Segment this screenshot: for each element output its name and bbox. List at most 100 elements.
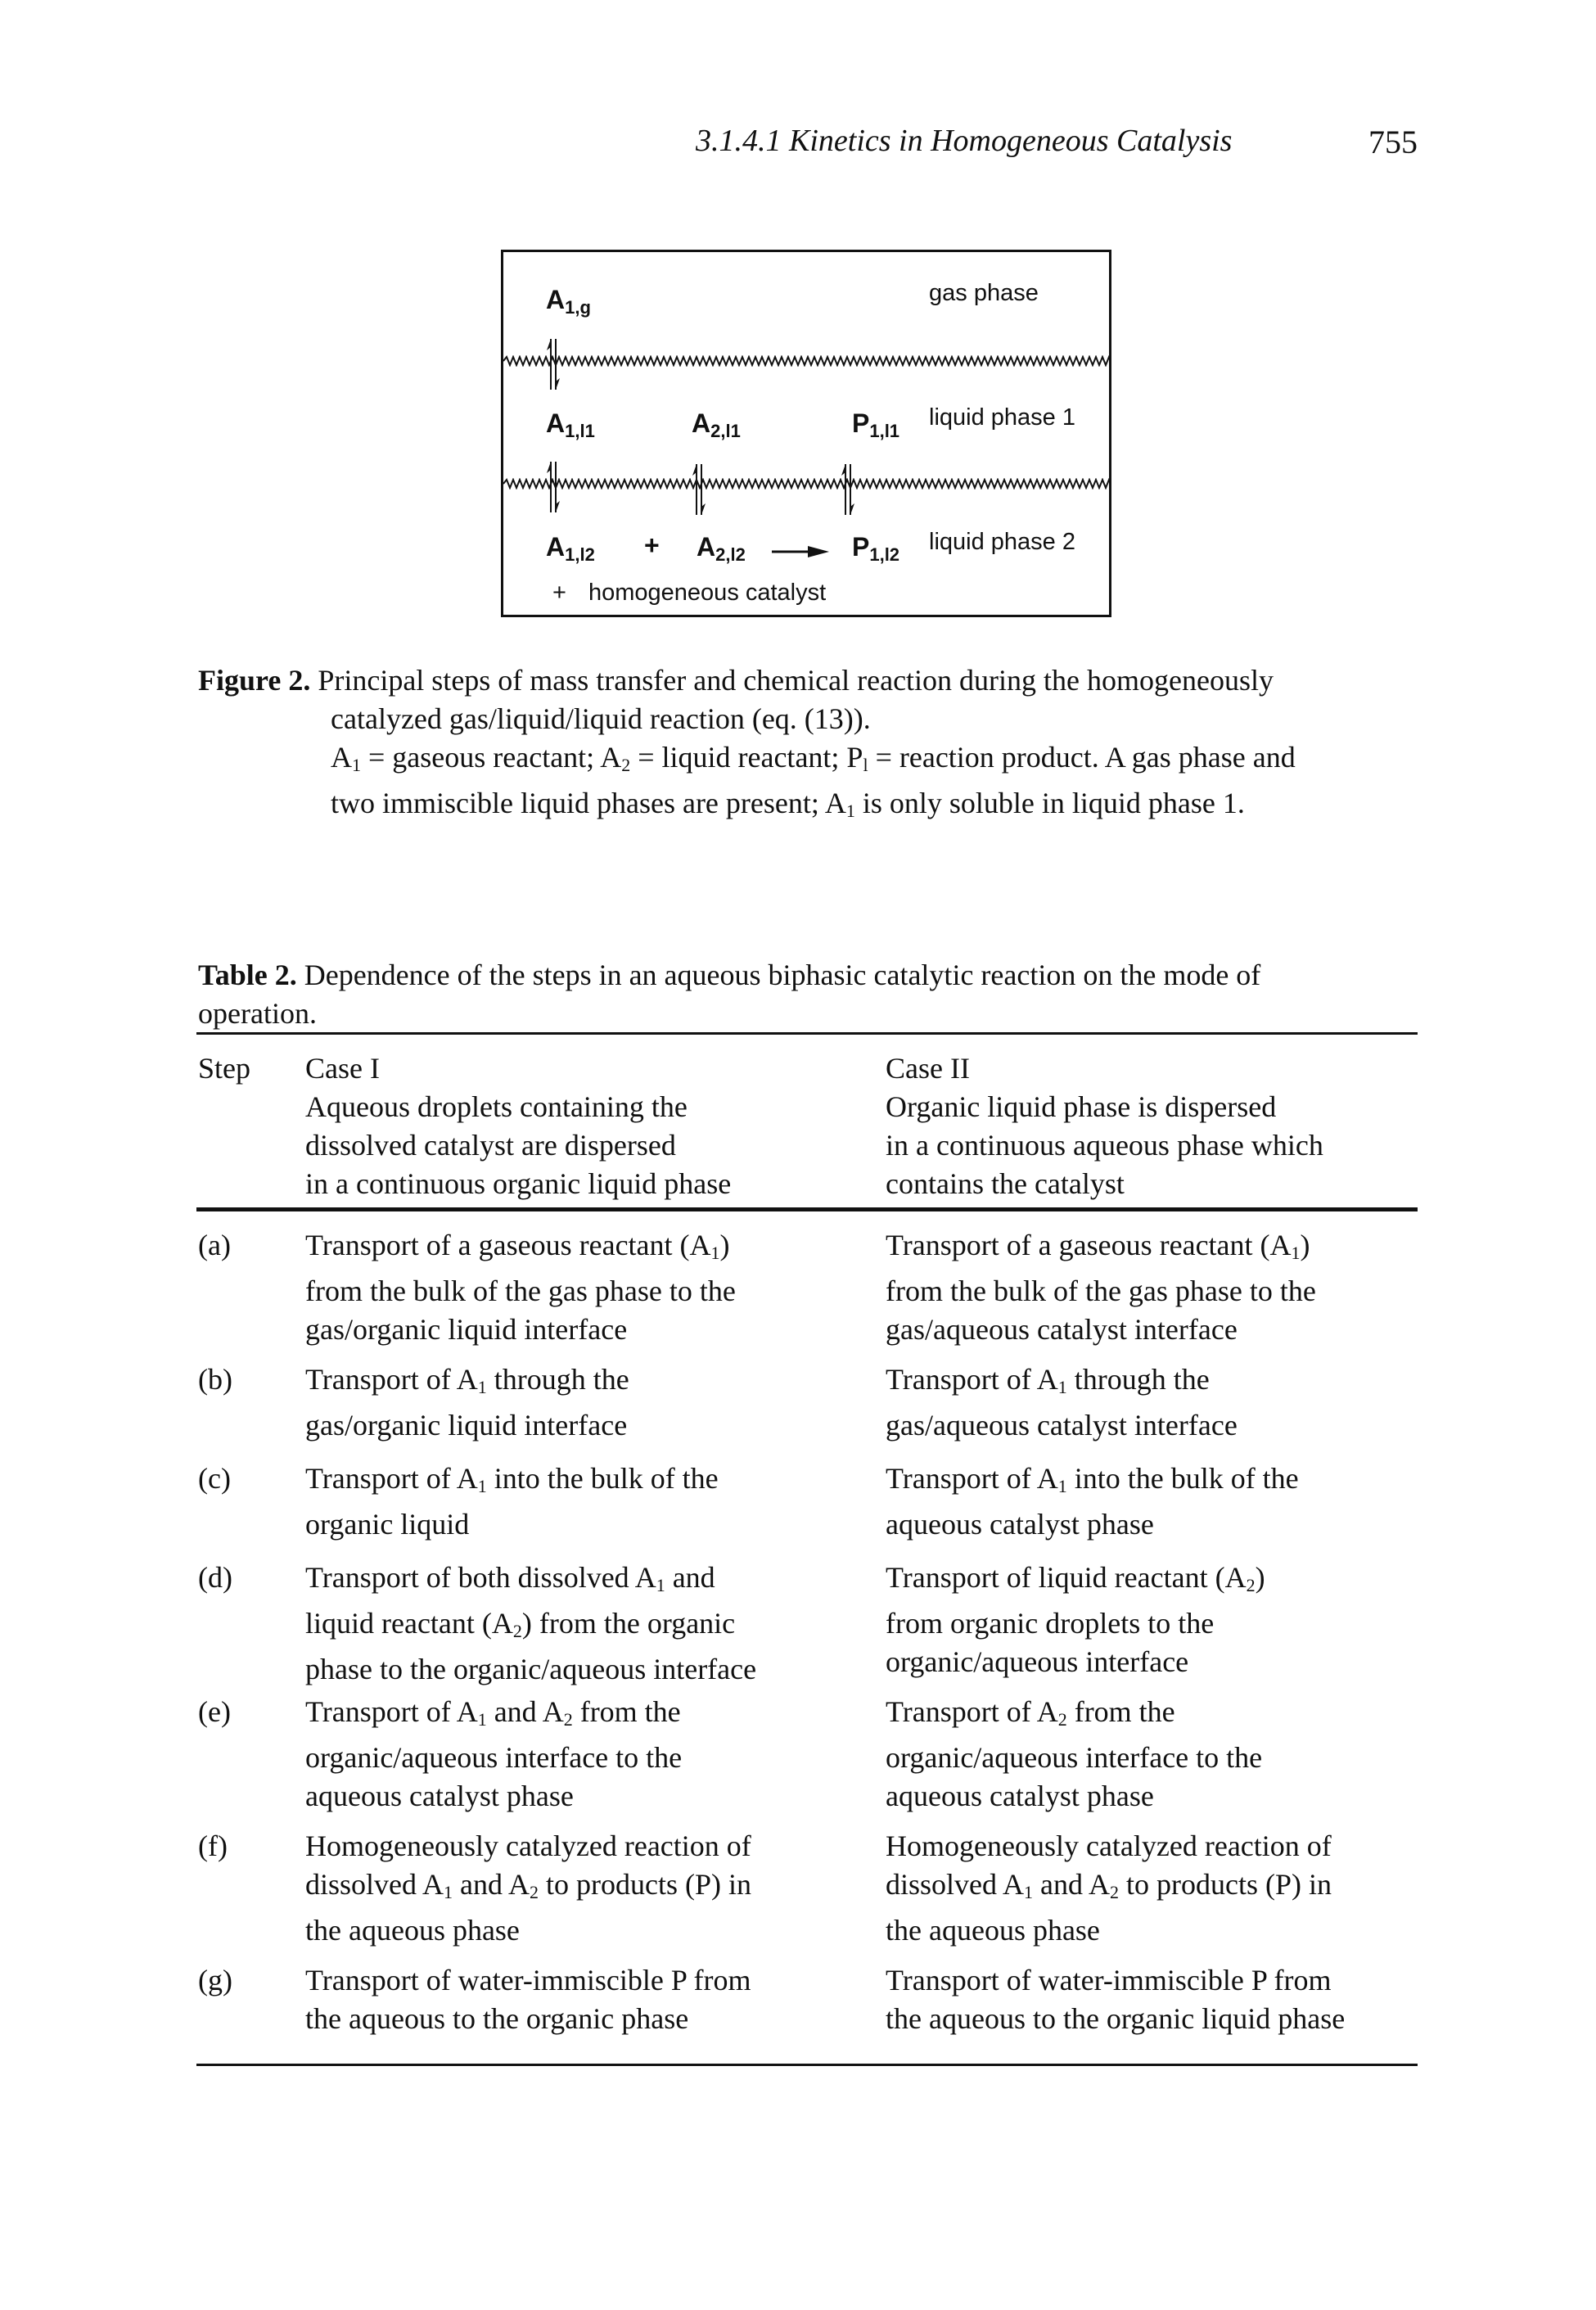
cell-line: Transport of A1 through the bbox=[886, 1363, 1210, 1397]
cell-line: the aqueous to the organic liquid phase bbox=[886, 2002, 1346, 2035]
caption-text: = reaction product. A gas phase and bbox=[868, 741, 1296, 774]
header-line: in a continuous organic liquid phase bbox=[305, 1167, 732, 1200]
equilibrium-arrows-icon bbox=[692, 464, 706, 515]
species-subscript: 1,l2 bbox=[565, 544, 595, 565]
table-row-step: (a) bbox=[198, 1229, 231, 1261]
subscript: 1 bbox=[1057, 1377, 1067, 1397]
cell-line: dissolved A1 and A2 to products (P) in bbox=[886, 1868, 1332, 1902]
table-header-rule bbox=[196, 1207, 1418, 1211]
caption-line-2: catalyzed gas/liquid/liquid reaction (eq… bbox=[331, 702, 871, 735]
symbol: P bbox=[846, 741, 863, 774]
cell-line: Transport of A2 from the bbox=[886, 1695, 1175, 1730]
table-row-step: (c) bbox=[198, 1462, 231, 1495]
species-subscript: 2,l1 bbox=[710, 421, 741, 441]
species-a1-l2: A1,l2 bbox=[546, 532, 595, 566]
symbol: A bbox=[331, 741, 352, 774]
caption-line-3: A1 = gaseous reactant; A2 = liquid react… bbox=[198, 738, 1426, 784]
table-cell-case-2: Transport of liquid reactant (A2) from or… bbox=[886, 1559, 1265, 1681]
subscript: 2 bbox=[512, 1621, 522, 1641]
species-base: A bbox=[692, 408, 711, 438]
figure-label: Figure 2. bbox=[198, 664, 311, 697]
page-number: 755 bbox=[1368, 124, 1418, 160]
subscript: 2 bbox=[1246, 1575, 1256, 1595]
cell-line: Transport of water-immiscible P from bbox=[305, 1964, 751, 1996]
catalyst-label: homogeneous catalyst bbox=[588, 580, 827, 606]
subscript: 2 bbox=[563, 1709, 573, 1730]
table-cell-case-1: Transport of A1 and A2 from the organic/a… bbox=[305, 1693, 682, 1816]
table-caption-line-1: Table 2. Dependence of the steps in an a… bbox=[198, 956, 1418, 995]
subscript: 2 bbox=[621, 755, 631, 775]
header-case-2: Case II Organic liquid phase is disperse… bbox=[886, 1049, 1323, 1203]
header-line: Case II bbox=[886, 1052, 970, 1085]
subscript: 1 bbox=[710, 1243, 720, 1263]
cell-line: aqueous catalyst phase bbox=[305, 1780, 574, 1812]
species-a2-l2: A2,l2 bbox=[697, 532, 746, 566]
table-cell-case-2: Transport of A2 from the organic/aqueous … bbox=[886, 1693, 1262, 1816]
label-liquid-phase-1: liquid phase 1 bbox=[929, 404, 1075, 431]
table-cell-case-1: Homogeneously catalyzed reaction of disso… bbox=[305, 1827, 751, 1950]
cell-line: liquid reactant (A2) from the organic bbox=[305, 1607, 736, 1641]
species-base: A bbox=[546, 532, 566, 562]
cell-line: phase to the organic/aqueous interface bbox=[305, 1653, 757, 1685]
header-line: Case I bbox=[305, 1052, 380, 1085]
gas-liquid-interface bbox=[503, 355, 1109, 367]
species-subscript: 1,g bbox=[565, 297, 591, 318]
cell-line: Homogeneously catalyzed reaction of bbox=[886, 1830, 1332, 1862]
species-a1-gas: A1,g bbox=[546, 285, 591, 318]
cell-line: Transport of both dissolved A1 and bbox=[305, 1561, 715, 1595]
table-cell-case-2: Transport of A1 into the bulk of the aque… bbox=[886, 1460, 1299, 1544]
caption-text: two immiscible liquid phases are present… bbox=[331, 787, 825, 819]
interface-wave-line bbox=[503, 478, 1109, 490]
cell-line: organic liquid bbox=[305, 1508, 470, 1541]
species-base: A bbox=[546, 408, 566, 438]
cell-line: Transport of A1 into the bulk of the bbox=[305, 1462, 719, 1496]
cell-line: Transport of A1 through the bbox=[305, 1363, 629, 1397]
running-head-section: 3.1.4.1 Kinetics in Homogeneous Catalysi… bbox=[696, 124, 1233, 158]
cell-line: gas/organic liquid interface bbox=[305, 1313, 628, 1346]
cell-line: from the bulk of the gas phase to the bbox=[886, 1275, 1316, 1307]
species-subscript: 2,l2 bbox=[715, 544, 746, 565]
subscript: 2 bbox=[1110, 1882, 1120, 1902]
cell-line: Transport of a gaseous reactant (A1) bbox=[886, 1229, 1310, 1263]
subscript: 1 bbox=[477, 1709, 487, 1730]
table-bottom-rule bbox=[196, 2064, 1418, 2066]
caption-line-1: Figure 2. Principal steps of mass transf… bbox=[198, 661, 1426, 700]
cell-line: gas/aqueous catalyst interface bbox=[886, 1409, 1238, 1441]
subscript: 1 bbox=[1291, 1243, 1301, 1263]
cell-line: organic/aqueous interface bbox=[886, 1645, 1189, 1678]
table-row-step: (d) bbox=[198, 1561, 232, 1594]
table-caption: Table 2. Dependence of the steps in an a… bbox=[198, 956, 1418, 1033]
cell-line: from organic droplets to the bbox=[886, 1607, 1215, 1640]
label-gas-phase: gas phase bbox=[929, 280, 1039, 306]
symbol: A bbox=[824, 787, 846, 819]
table-cell-case-1: Transport of both dissolved A1 and liquid… bbox=[305, 1559, 756, 1689]
table-top-rule bbox=[196, 1032, 1418, 1035]
equilibrium-arrows-icon bbox=[547, 462, 560, 512]
subscript: 1 bbox=[477, 1377, 487, 1397]
subscript: 1 bbox=[656, 1575, 665, 1595]
cell-line: the aqueous to the organic phase bbox=[305, 2002, 689, 2035]
species-base: P bbox=[852, 532, 870, 562]
subscript: 2 bbox=[530, 1882, 539, 1902]
subscript: 1 bbox=[477, 1476, 487, 1496]
subscript: 2 bbox=[1057, 1709, 1067, 1730]
cell-line: organic/aqueous interface to the bbox=[886, 1741, 1263, 1774]
reaction-arrow-icon bbox=[772, 546, 829, 557]
plus-sign: + bbox=[644, 530, 660, 560]
cell-line: gas/aqueous catalyst interface bbox=[886, 1313, 1238, 1346]
header-line: Organic liquid phase is dispersed bbox=[886, 1090, 1277, 1123]
liquid-liquid-interface bbox=[503, 478, 1109, 490]
interface-wave-line bbox=[503, 355, 1109, 367]
caption-line-4: two immiscible liquid phases are present… bbox=[198, 784, 1426, 830]
table-cell-case-2: Transport of A1 through the gas/aqueous c… bbox=[886, 1360, 1238, 1445]
cell-line: gas/organic liquid interface bbox=[305, 1409, 628, 1441]
cell-line: aqueous catalyst phase bbox=[886, 1508, 1154, 1541]
cell-line: Transport of A1 into the bulk of the bbox=[886, 1462, 1299, 1496]
table-cell-case-1: Transport of water-immiscible P from the … bbox=[305, 1961, 751, 2038]
caption-text: Principal steps of mass transfer and che… bbox=[318, 664, 1274, 697]
table-caption-line-2: operation. bbox=[198, 997, 317, 1030]
species-a1-l1: A1,l1 bbox=[546, 408, 595, 442]
table-row-step: (b) bbox=[198, 1363, 232, 1396]
symbol: A bbox=[600, 741, 622, 774]
table-cell-case-2: Transport of a gaseous reactant (A1) from… bbox=[886, 1226, 1316, 1349]
